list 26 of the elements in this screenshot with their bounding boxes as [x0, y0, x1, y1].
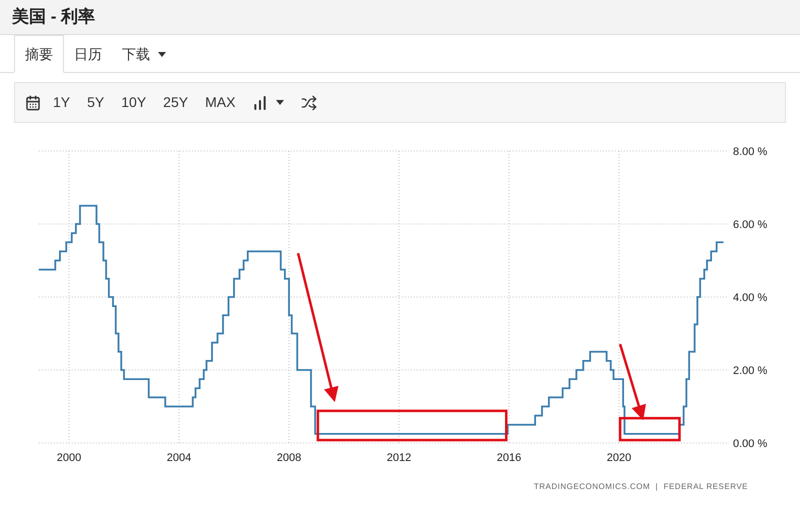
x-axis-label: 2008 — [276, 452, 302, 464]
range-button[interactable]: 25Y — [156, 92, 196, 113]
source-credit: TRADINGECONOMICS.COM | FEDERAL RESERVE — [534, 481, 748, 493]
y-axis-label: 2.00 % — [733, 365, 768, 377]
x-axis-label: 2004 — [166, 452, 192, 464]
range-button[interactable]: MAX — [198, 92, 242, 113]
range-button[interactable]: 10Y — [114, 92, 154, 113]
caret-icon — [276, 100, 284, 105]
bar-chart-icon — [252, 94, 268, 110]
tab[interactable]: 摘要 — [14, 35, 64, 73]
x-axis-label: 2016 — [496, 452, 522, 464]
tab[interactable]: 日历 — [64, 35, 112, 73]
calendar-icon — [25, 94, 41, 110]
page-title: 美国 - 利率 — [12, 6, 96, 28]
x-axis-label: 2000 — [56, 452, 82, 464]
highlight-box — [618, 416, 681, 442]
x-axis-label: 2020 — [606, 452, 632, 464]
shuffle-icon — [301, 94, 318, 110]
x-axis-label: 2012 — [386, 452, 412, 464]
range-button[interactable]: 5Y — [80, 92, 112, 113]
y-axis-label: 8.00 % — [733, 146, 768, 158]
range-button[interactable]: 1Y — [46, 92, 78, 113]
y-axis-label: 0.00 % — [733, 438, 768, 450]
y-axis-label: 4.00 % — [733, 292, 768, 304]
y-axis-label: 6.00 % — [733, 219, 768, 231]
tab[interactable]: 下载 — [112, 35, 176, 73]
